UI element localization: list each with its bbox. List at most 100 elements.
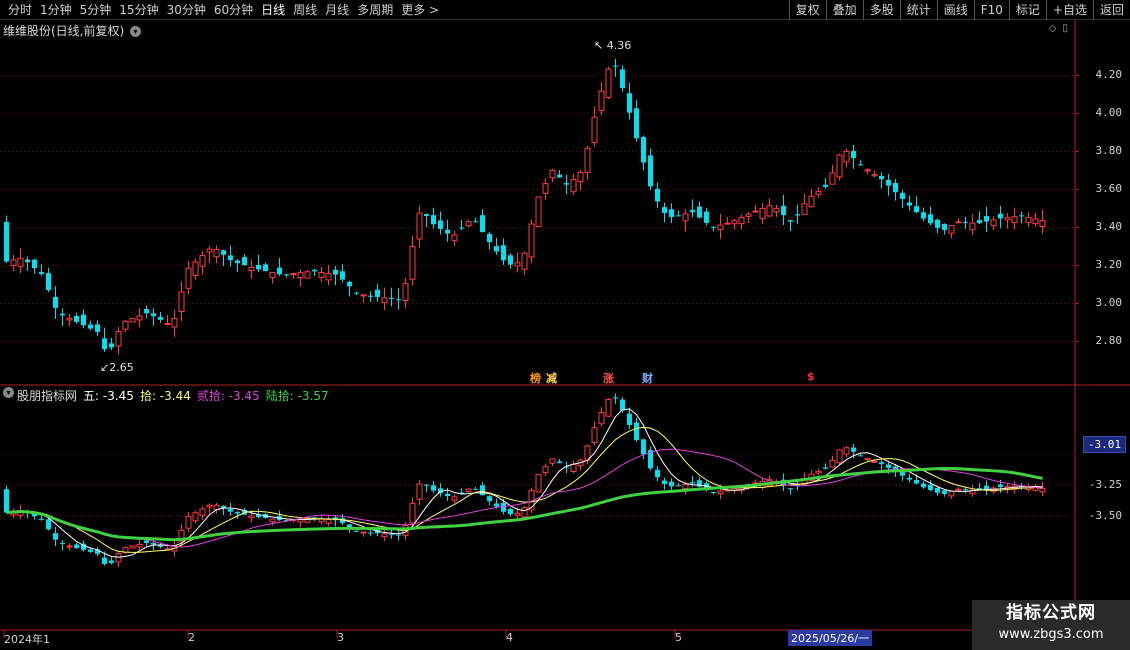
ma10-line	[6, 426, 1043, 553]
ind-candle-body-124	[871, 460, 878, 463]
candle-body-95	[669, 209, 674, 217]
ind-candle-body-134	[942, 490, 947, 494]
tool-button-8[interactable]: 返回	[1092, 0, 1130, 20]
event-tag-1[interactable]: 减	[546, 370, 557, 386]
period-tab-3[interactable]: 15分钟	[115, 2, 162, 18]
ind-candle-body-8	[60, 543, 65, 545]
event-tag-4[interactable]: $	[807, 370, 815, 383]
candle-body-31	[221, 250, 226, 255]
tool-button-1[interactable]: 叠加	[825, 0, 863, 20]
period-tab-9[interactable]: 多周期	[353, 2, 397, 18]
candle-body-90	[634, 108, 639, 139]
price-tick-3: 3.60	[1095, 182, 1123, 196]
tool-button-6[interactable]: 标记	[1008, 0, 1046, 20]
kline-chart[interactable]	[0, 20, 1130, 650]
candle-body-47	[333, 269, 338, 275]
candle-body-44	[312, 269, 317, 272]
candle-body-135	[948, 225, 955, 234]
candle-body-92	[648, 155, 653, 187]
indicator-tick-0: -3.25	[1088, 478, 1122, 491]
candle-body-99	[697, 206, 702, 218]
ind-candle-body-27	[192, 512, 199, 522]
ind-candle-body-85	[598, 411, 605, 425]
period-tab-6[interactable]: 日线	[257, 2, 289, 18]
ind-candle-body-140	[984, 485, 989, 490]
candle-body-70	[494, 246, 499, 252]
chevron-down-icon[interactable]: ▾	[130, 26, 142, 37]
ind-candle-body-117	[823, 467, 828, 469]
tool-button-0[interactable]: 复权	[788, 0, 826, 20]
candle-body-91	[641, 136, 646, 163]
candle-body-27	[192, 261, 199, 277]
ind-candle-body-33	[235, 511, 240, 514]
candle-body-1	[10, 259, 17, 266]
ind-candle-body-89	[627, 413, 632, 426]
candle-body-6	[46, 273, 51, 291]
ma5-line	[6, 408, 1043, 558]
high-arrow-icon: ↖	[594, 39, 604, 52]
tool-button-3[interactable]: 统计	[899, 0, 937, 20]
candle-body-97	[682, 213, 689, 222]
period-tab-2[interactable]: 5分钟	[76, 2, 116, 18]
candle-body-82	[577, 171, 584, 183]
candle-body-98	[690, 209, 695, 213]
candle-body-140	[984, 216, 989, 222]
ind-candle-body-76	[535, 474, 542, 493]
main-pane-title: 维维股份(日线,前复权) ▾	[3, 22, 142, 39]
chevron-down-icon[interactable]: ▾	[3, 387, 14, 398]
ind-candle-body-54	[381, 533, 388, 538]
candle-body-53	[375, 289, 380, 297]
period-tab-5[interactable]: 60分钟	[210, 2, 257, 18]
watermark-title: 指标公式网	[1006, 603, 1096, 623]
indicator-tick-1: -3.50	[1088, 509, 1122, 522]
indicator-values: 五: -3.45 拾: -3.44 贰拾: -3.45 陆拾: -3.57	[83, 387, 335, 404]
pane-toggle-icon[interactable]: ▯	[1062, 23, 1068, 34]
price-tick-0: 4.20	[1095, 68, 1123, 82]
high-price-annotation: ↖ 4.36	[594, 39, 632, 52]
period-tab-1[interactable]: 1分钟	[36, 2, 76, 18]
event-tag-2[interactable]: 涨	[603, 370, 614, 386]
ma20-line	[6, 448, 1043, 548]
period-tab-8[interactable]: 月线	[321, 2, 353, 18]
candle-body-21	[151, 313, 156, 317]
candle-body-96	[676, 215, 681, 217]
candle-body-139	[977, 220, 982, 224]
candle-body-147	[1032, 218, 1039, 225]
event-tag-3[interactable]: 财	[642, 370, 653, 386]
tool-button-5[interactable]: F10	[973, 0, 1009, 20]
low-price-annotation: ↙2.65	[100, 361, 134, 374]
price-tick-6: 3.00	[1095, 296, 1123, 310]
candle-body-76	[535, 196, 542, 228]
ind-candle-body-50	[354, 530, 359, 532]
tool-button-7[interactable]: +自选	[1045, 0, 1093, 20]
candle-body-34	[242, 257, 247, 266]
candle-body-59	[416, 212, 423, 240]
candle-body-5	[39, 272, 44, 275]
period-tab-4[interactable]: 30分钟	[163, 2, 210, 18]
candle-body-29	[206, 248, 213, 253]
period-tab-10[interactable]: 更多 >	[397, 2, 443, 18]
stock-title: 维维股份(日线,前复权)	[3, 24, 125, 38]
candle-body-33	[235, 260, 240, 264]
candle-body-61	[431, 215, 436, 225]
period-tab-0[interactable]: 分时	[4, 2, 36, 18]
candle-body-119	[836, 154, 843, 178]
period-toolbar: 分时 1分钟 5分钟 15分钟 30分钟 60分钟 日线 周线 月线 多周期 更多 > 复权 叠加 多股…	[0, 0, 1130, 20]
candle-body-100	[704, 211, 709, 223]
tool-button-2[interactable]: 多股	[862, 0, 900, 20]
candle-body-48	[340, 271, 345, 280]
candle-body-136	[955, 221, 962, 224]
candle-body-23	[164, 323, 171, 326]
tool-button-4[interactable]: 画线	[936, 0, 974, 20]
ind-candle-body-61	[431, 485, 436, 491]
pane-icons: ◇ ▯	[1049, 23, 1068, 34]
candle-body-10	[74, 315, 79, 322]
candle-body-4	[32, 259, 37, 269]
event-tag-0[interactable]: 榜	[530, 370, 541, 386]
candle-body-104	[731, 220, 738, 225]
diamond-icon[interactable]: ◇	[1049, 23, 1057, 34]
period-tab-7[interactable]: 周线	[289, 2, 321, 18]
ind-candle-body-66	[465, 488, 472, 492]
candle-body-103	[724, 222, 731, 225]
ind-candle-body-131	[921, 483, 926, 488]
